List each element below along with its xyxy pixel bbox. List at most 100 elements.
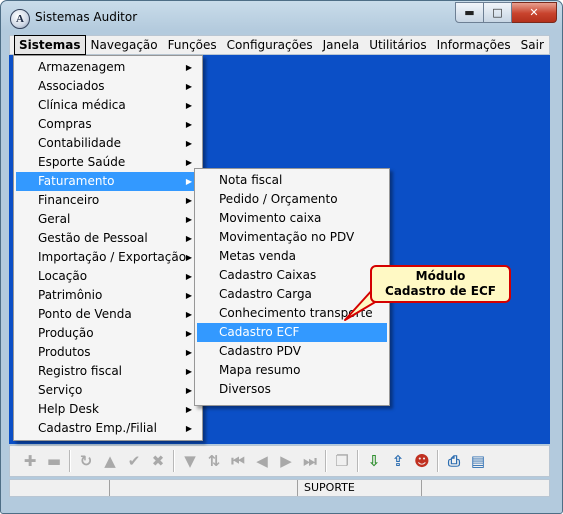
- menu-item-label: Locação: [38, 269, 88, 283]
- title-bar[interactable]: A Sistemas Auditor ▬ □ ✕: [1, 1, 562, 35]
- menu-item-label: Produtos: [38, 345, 91, 359]
- menu-item-locacao[interactable]: Locação ▶: [16, 267, 200, 286]
- prev-icon[interactable]: ◀: [250, 449, 274, 473]
- confirm-icon[interactable]: ✔: [122, 449, 146, 473]
- callout-line2: Cadastro de ECF: [385, 284, 496, 298]
- menu-item-financeiro[interactable]: Financeiro ▶: [16, 191, 200, 210]
- menu-item-producao[interactable]: Produção ▶: [16, 324, 200, 343]
- menu-item-label: Importação / Exportação: [38, 250, 187, 264]
- menu-item-esporte-saude[interactable]: Esporte Saúde ▶: [16, 153, 200, 172]
- menu-sair[interactable]: Sair: [516, 36, 549, 54]
- menu-item-compras[interactable]: Compras ▶: [16, 115, 200, 134]
- submenu-arrow-icon: ▶: [185, 139, 192, 148]
- menu-item-ponto-de-venda[interactable]: Ponto de Venda ▶: [16, 305, 200, 324]
- copy-icon[interactable]: ❐: [330, 449, 354, 473]
- menu-funcoes[interactable]: Funções: [163, 36, 222, 54]
- submenu-item-pedido-orcamento[interactable]: Pedido / Orçamento: [197, 190, 387, 209]
- status-bar: SUPORTE: [9, 479, 550, 497]
- next-icon[interactable]: ▶: [274, 449, 298, 473]
- menu-item-gestao-de-pessoal[interactable]: Gestão de Pessoal ▶: [16, 229, 200, 248]
- export-icon[interactable]: ⇩: [362, 449, 386, 473]
- submenu-item-nota-fiscal[interactable]: Nota fiscal: [197, 171, 387, 190]
- report-icon[interactable]: ▤: [466, 449, 490, 473]
- submenu-arrow-icon: ▶: [185, 291, 192, 300]
- menu-bar: Sistemas Navegação Funções Configurações…: [9, 35, 550, 55]
- submenu-item-movimento-caixa[interactable]: Movimento caixa: [197, 209, 387, 228]
- menu-item-label: Esporte Saúde: [38, 155, 126, 169]
- menu-item-registro-fiscal[interactable]: Registro fiscal ▶: [16, 362, 200, 381]
- menu-item-label: Serviço: [38, 383, 83, 397]
- menu-item-geral[interactable]: Geral ▶: [16, 210, 200, 229]
- minimize-button[interactable]: ▬: [455, 2, 484, 23]
- menu-item-help-desk[interactable]: Help Desk ▶: [16, 400, 200, 419]
- users-icon[interactable]: ☻: [410, 449, 434, 473]
- submenu-item-diversos[interactable]: Diversos: [197, 380, 387, 399]
- submenu-arrow-icon: ▶: [185, 348, 192, 357]
- submenu-item-cadastro-ecf[interactable]: Cadastro ECF: [197, 323, 387, 342]
- remove-icon[interactable]: ▬: [42, 449, 66, 473]
- menu-item-label: Compras: [38, 117, 92, 131]
- last-icon[interactable]: ⏭: [298, 449, 322, 473]
- menu-item-cadastro-emp-filial[interactable]: Cadastro Emp./Filial ▶: [16, 419, 200, 438]
- sort-icon[interactable]: ⇅: [202, 449, 226, 473]
- refresh-icon[interactable]: ↻: [74, 449, 98, 473]
- menu-item-label: Geral: [38, 212, 71, 226]
- maximize-button[interactable]: □: [484, 2, 512, 23]
- sistemas-dropdown: Armazenagem ▶ Associados ▶ Clínica médica ▶ Co…: [13, 55, 203, 441]
- callout-note: Módulo Cadastro de ECF: [370, 265, 511, 303]
- submenu-item-movimentacao-no-pdv[interactable]: Movimentação no PDV: [197, 228, 387, 247]
- import-icon[interactable]: ⇪: [386, 449, 410, 473]
- menu-item-faturamento[interactable]: Faturamento ▶: [16, 172, 200, 191]
- menu-item-label: Cadastro Emp./Filial: [38, 421, 157, 435]
- submenu-arrow-icon: ▶: [185, 272, 192, 281]
- callout-line1: Módulo: [415, 269, 466, 283]
- submenu-arrow-icon: ▶: [185, 367, 192, 376]
- menu-item-servico[interactable]: Serviço ▶: [16, 381, 200, 400]
- submenu-arrow-icon: ▶: [185, 120, 192, 129]
- menu-configuracoes[interactable]: Configurações: [222, 36, 318, 54]
- print-icon[interactable]: ⎙: [442, 449, 466, 473]
- status-field-user: SUPORTE: [298, 480, 422, 496]
- status-field-4: [422, 480, 549, 496]
- menu-item-clinica-medica[interactable]: Clínica médica ▶: [16, 96, 200, 115]
- window-title: Sistemas Auditor: [35, 10, 138, 24]
- up-icon[interactable]: ▲: [98, 449, 122, 473]
- menu-item-label: Ponto de Venda: [38, 307, 132, 321]
- submenu-item-metas-venda[interactable]: Metas venda: [197, 247, 387, 266]
- filter-icon[interactable]: ▼: [178, 449, 202, 473]
- window-controls: ▬ □ ✕: [455, 2, 557, 23]
- menu-janela[interactable]: Janela: [318, 36, 365, 54]
- submenu-item-mapa-resumo[interactable]: Mapa resumo: [197, 361, 387, 380]
- menu-item-patrimonio[interactable]: Patrimônio ▶: [16, 286, 200, 305]
- menu-item-produtos[interactable]: Produtos ▶: [16, 343, 200, 362]
- menu-item-associados[interactable]: Associados ▶: [16, 77, 200, 96]
- submenu-arrow-icon: ▶: [185, 424, 192, 433]
- menu-utilitarios[interactable]: Utilitários: [364, 36, 431, 54]
- menu-item-label: Armazenagem: [38, 60, 126, 74]
- submenu-item-cadastro-caixas[interactable]: Cadastro Caixas: [197, 266, 387, 285]
- menu-sistemas[interactable]: Sistemas: [14, 35, 86, 55]
- cancel-icon[interactable]: ✖: [146, 449, 170, 473]
- submenu-item-cadastro-carga[interactable]: Cadastro Carga: [197, 285, 387, 304]
- submenu-item-cadastro-pdv[interactable]: Cadastro PDV: [197, 342, 387, 361]
- menu-item-importacao-exportacao[interactable]: Importação / Exportação ▶: [16, 248, 200, 267]
- first-icon[interactable]: ⏮: [226, 449, 250, 473]
- submenu-item-conhecimento-transporte[interactable]: Conhecimento transporte: [197, 304, 387, 323]
- menu-item-label: Clínica médica: [38, 98, 126, 112]
- submenu-arrow-icon: ▶: [185, 158, 192, 167]
- menu-item-contabilidade[interactable]: Contabilidade ▶: [16, 134, 200, 153]
- submenu-arrow-icon: ▶: [185, 234, 192, 243]
- menu-item-label: Financeiro: [38, 193, 100, 207]
- submenu-arrow-icon: ▶: [185, 177, 192, 186]
- app-logo-icon[interactable]: A: [10, 9, 30, 29]
- menu-item-armazenagem[interactable]: Armazenagem ▶: [16, 58, 200, 77]
- menu-item-label: Help Desk: [38, 402, 99, 416]
- menu-navegacao[interactable]: Navegação: [86, 36, 163, 54]
- faturamento-submenu: Nota fiscal Pedido / Orçamento Movimento c…: [194, 168, 390, 406]
- toolbar-separator: [173, 450, 175, 472]
- menu-informacoes[interactable]: Informações: [432, 36, 516, 54]
- close-button[interactable]: ✕: [512, 2, 557, 23]
- add-icon[interactable]: ✚: [18, 449, 42, 473]
- submenu-arrow-icon: ▶: [185, 386, 192, 395]
- submenu-arrow-icon: ▶: [185, 63, 192, 72]
